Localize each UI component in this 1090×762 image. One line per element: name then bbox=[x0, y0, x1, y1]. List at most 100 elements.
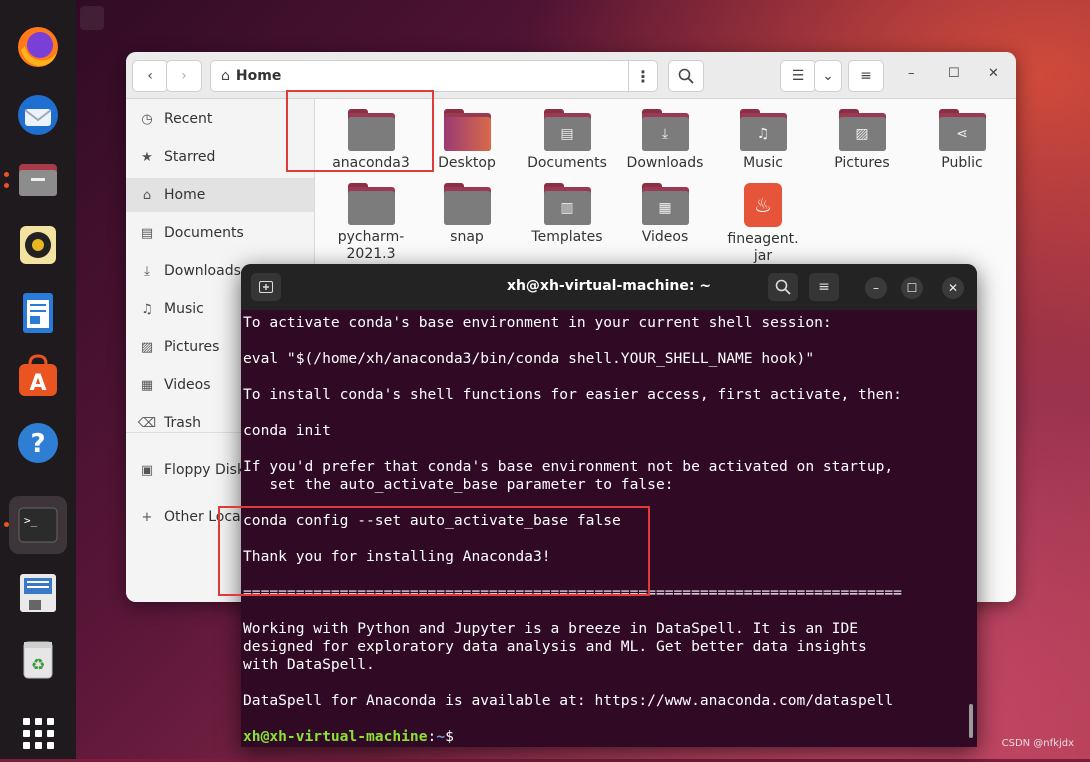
rhythmbox-launcher[interactable] bbox=[9, 216, 67, 274]
terminal-scrollbar[interactable] bbox=[969, 704, 973, 738]
chevron-left-icon: ‹ bbox=[147, 68, 153, 84]
folder-icon: ⤓ bbox=[641, 109, 689, 151]
app-center-launcher[interactable]: A bbox=[9, 348, 67, 406]
files-launcher[interactable] bbox=[9, 150, 67, 208]
file-item[interactable]: pycharm- 2021.3 bbox=[321, 183, 421, 263]
files-headerbar: ‹ › ⌂ Home ⋮ ☰ ⌄ ≡ – ☐ ✕ bbox=[126, 52, 1016, 99]
maximize-button[interactable]: ☐ bbox=[948, 66, 960, 81]
thunderbird-icon bbox=[18, 95, 58, 135]
prompt-symbol: $ bbox=[445, 728, 454, 745]
folder-emblem bbox=[443, 117, 491, 151]
trash-launcher[interactable]: ♻ bbox=[9, 630, 67, 688]
dock: A ? >_ ♻ bbox=[0, 0, 76, 759]
sidebar-item-home[interactable]: ⌂ Home bbox=[126, 178, 314, 212]
disk-launcher[interactable] bbox=[9, 564, 67, 622]
terminal-search-button[interactable] bbox=[768, 273, 798, 301]
help-launcher[interactable]: ? bbox=[9, 414, 67, 472]
list-view-button[interactable]: ☰ bbox=[780, 60, 816, 92]
java-archive-icon: ♨ bbox=[744, 183, 782, 227]
file-item-label: pycharm- 2021.3 bbox=[337, 229, 405, 262]
main-menu-button[interactable]: ≡ bbox=[848, 60, 884, 92]
recent-icon: ◷ bbox=[141, 111, 153, 127]
plus-icon: + bbox=[141, 509, 153, 525]
terminal-window: xh@xh-virtual-machine: ~ ≡ – ☐ ✕ To acti… bbox=[241, 264, 977, 747]
terminal-minimize-button[interactable]: – bbox=[865, 277, 887, 299]
forward-button[interactable]: › bbox=[166, 60, 202, 92]
terminal-line: If you'd prefer that conda's base enviro… bbox=[243, 458, 894, 475]
terminal-menu-button[interactable]: ≡ bbox=[809, 273, 839, 301]
file-item[interactable]: Desktop bbox=[417, 109, 517, 172]
folder-emblem: ▨ bbox=[838, 117, 886, 151]
folder-icon: ⋖ bbox=[938, 109, 986, 151]
file-item[interactable]: snap bbox=[417, 183, 517, 246]
document-writer-icon bbox=[23, 293, 53, 333]
file-item[interactable]: ♫ Music bbox=[713, 109, 813, 172]
file-item[interactable]: ▦ Videos bbox=[615, 183, 715, 246]
hamburger-icon: ≡ bbox=[818, 279, 830, 295]
svg-text:A: A bbox=[29, 371, 46, 396]
file-item-label: Videos bbox=[641, 229, 689, 245]
floppy-disk-icon bbox=[20, 574, 56, 612]
file-item[interactable]: ⤓ Downloads bbox=[615, 109, 715, 172]
file-item-label: Downloads bbox=[626, 155, 704, 171]
sidebar-item-label: Videos bbox=[164, 377, 211, 393]
path-menu-button[interactable]: ⋮ bbox=[628, 61, 657, 91]
file-item[interactable]: ▥ Templates bbox=[517, 183, 617, 246]
file-item[interactable]: anaconda3 bbox=[321, 109, 421, 172]
file-item-label: Documents bbox=[527, 155, 607, 171]
view-options-button[interactable]: ⌄ bbox=[814, 60, 842, 92]
back-button[interactable]: ‹ bbox=[132, 60, 168, 92]
terminal-maximize-button[interactable]: ☐ bbox=[901, 277, 923, 299]
show-apps-button[interactable] bbox=[9, 704, 67, 762]
chevron-right-icon: › bbox=[181, 68, 187, 84]
prompt-path: ~ bbox=[436, 728, 446, 745]
speaker-icon bbox=[20, 226, 56, 264]
minimize-button[interactable]: – bbox=[908, 66, 915, 81]
terminal-line: designed for exploratory data analysis a… bbox=[243, 638, 867, 655]
folder-icon: ▤ bbox=[543, 109, 591, 151]
close-button[interactable]: ✕ bbox=[988, 66, 999, 81]
sidebar-item-documents[interactable]: ▤ Documents bbox=[126, 216, 314, 250]
file-item-label: Pictures bbox=[834, 155, 890, 171]
svg-text:♻: ♻ bbox=[31, 655, 45, 674]
thunderbird-launcher[interactable] bbox=[9, 86, 67, 144]
grid-icon bbox=[22, 717, 54, 749]
terminal-icon: >_ bbox=[18, 507, 58, 543]
floppy-icon: ▣ bbox=[140, 462, 154, 478]
file-item[interactable]: ♨ fineagent. jar bbox=[713, 183, 813, 265]
desktop-icon-placeholder bbox=[80, 6, 104, 30]
sidebar-item-label: Downloads bbox=[164, 263, 241, 279]
folder-icon: ♫ bbox=[739, 109, 787, 151]
search-icon bbox=[678, 68, 694, 84]
folder-icon bbox=[443, 183, 491, 225]
terminal-output[interactable]: To activate conda's base environment in … bbox=[243, 312, 977, 747]
terminal-close-button[interactable]: ✕ bbox=[942, 277, 964, 299]
sidebar-item-label: Home bbox=[164, 187, 206, 203]
svg-text:>_: >_ bbox=[24, 514, 38, 527]
sidebar-item-label: Starred bbox=[164, 149, 216, 165]
path-bar[interactable]: ⌂ Home ⋮ bbox=[210, 60, 658, 92]
terminal-launcher[interactable]: >_ bbox=[9, 496, 67, 554]
close-icon: ✕ bbox=[947, 281, 959, 295]
desktop-folder-icon bbox=[443, 109, 491, 151]
file-item[interactable]: ▤ Documents bbox=[517, 109, 617, 172]
sidebar-item-starred[interactable]: ★ Starred bbox=[126, 140, 314, 174]
file-item[interactable]: ▨ Pictures bbox=[812, 109, 912, 172]
search-button[interactable] bbox=[668, 60, 704, 92]
firefox-launcher[interactable] bbox=[9, 18, 67, 76]
terminal-line: Working with Python and Jupyter is a bre… bbox=[243, 620, 859, 637]
writer-launcher[interactable] bbox=[9, 284, 67, 342]
prompt-user: xh@xh-virtual-machine bbox=[243, 728, 428, 745]
folder-emblem: ♫ bbox=[739, 117, 787, 151]
app-store-icon: A bbox=[19, 354, 57, 396]
file-item-label: anaconda3 bbox=[332, 155, 410, 171]
sidebar-item-recent[interactable]: ◷ Recent bbox=[126, 102, 314, 136]
folder-emblem: ▥ bbox=[543, 191, 591, 225]
trash-icon: ⌫ bbox=[137, 415, 157, 431]
files-icon bbox=[19, 164, 57, 196]
terminal-line: set the auto_activate_base parameter to … bbox=[243, 476, 674, 493]
file-item[interactable]: ⋖ Public bbox=[912, 109, 1012, 172]
search-icon bbox=[775, 279, 791, 295]
file-item-label: Templates bbox=[531, 229, 603, 245]
folder-emblem: ▦ bbox=[641, 191, 689, 225]
